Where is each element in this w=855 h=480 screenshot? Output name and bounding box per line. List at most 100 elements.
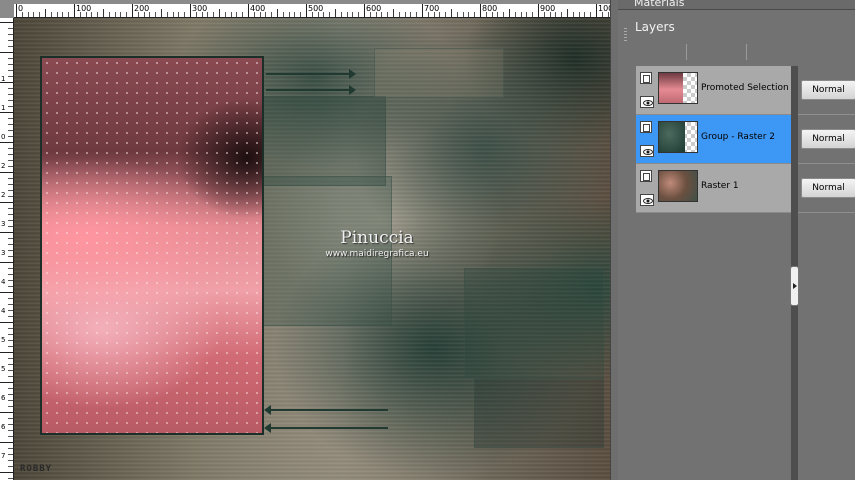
layer-row-raster-1[interactable]: Raster 1: [636, 164, 791, 213]
ruler-minor-tick: [509, 9, 510, 17]
arrow-right-icon: [266, 69, 356, 79]
image-workspace: 01002003004005006007008009001000 1102233…: [0, 0, 618, 480]
layers-header: Layers: [618, 12, 855, 44]
ruler-tick: [0, 322, 13, 323]
layer-row-group-raster-2[interactable]: Group - Raster 2: [636, 115, 791, 164]
ruler-label: 600: [366, 4, 382, 13]
ruler-label: 2: [1, 162, 6, 170]
watermark: Pinuccia www.maidiregrafica.eu: [302, 228, 452, 259]
ruler-tick: [0, 382, 13, 383]
ruler-major-tick: [190, 4, 191, 17]
watermark-name: Pinuccia: [340, 228, 414, 248]
row-separator: [795, 114, 855, 115]
ruler-label: 100: [76, 4, 92, 13]
collapse-handle-icon[interactable]: [790, 266, 799, 306]
canvas-block: [474, 378, 604, 448]
horizontal-ruler: 01002003004005006007008009001000: [14, 4, 612, 18]
ruler-label: 400: [250, 4, 266, 13]
ruler-label: 500: [308, 4, 324, 13]
ruler-tick: [0, 232, 13, 233]
ruler-label: 5: [1, 336, 6, 344]
ruler-tick: [0, 142, 13, 143]
ruler-tick: [0, 202, 13, 203]
layer-group-toggle-icon[interactable]: [640, 72, 652, 84]
arrow-right-icon: [266, 85, 356, 95]
ruler-label: 4: [1, 307, 6, 315]
ruler-label: 1: [1, 104, 6, 112]
ruler-label: 800: [482, 4, 498, 13]
dot-pattern: [42, 58, 262, 433]
materials-tab-label: Materials: [634, 0, 685, 9]
layer-group-toggle-icon[interactable]: [640, 121, 652, 133]
layer-thumbnail: [658, 72, 698, 104]
materials-panel-tab[interactable]: Materials: [618, 0, 855, 10]
ruler-major-tick: [16, 4, 17, 17]
layers-title: Layers: [635, 20, 675, 34]
visibility-eye-icon[interactable]: [640, 145, 654, 157]
thumbnail-image: [659, 73, 683, 103]
ruler-minor-tick: [161, 9, 162, 17]
ruler-label: 0: [1, 133, 6, 141]
ruler-major-tick: [306, 4, 307, 17]
blend-mode-button[interactable]: Normal: [801, 80, 855, 100]
ruler-label: 6: [1, 394, 6, 402]
ruler-minor-tick: [451, 9, 452, 17]
ruler-minor-tick: [103, 9, 104, 17]
watermark-url: www.maidiregrafica.eu: [325, 249, 429, 259]
ruler-tick: [0, 112, 13, 113]
layer-row-promoted-selection[interactable]: Promoted Selection: [636, 66, 791, 115]
canvas-block: [374, 48, 504, 98]
image-canvas[interactable]: Pinuccia www.maidiregrafica.eu ROBBY: [14, 18, 610, 480]
ruler-tick: [0, 472, 13, 473]
layers-toolbar: [636, 42, 854, 62]
ruler-tick: [0, 442, 13, 443]
ruler-tick: [0, 22, 13, 23]
ruler-tick: [0, 292, 13, 293]
layer-name: Promoted Selection: [701, 83, 789, 93]
layers-palette: Materials Layers Promoted Selection Grou…: [618, 0, 855, 480]
ruler-major-tick: [596, 4, 597, 17]
visibility-eye-icon[interactable]: [640, 96, 654, 108]
toolbar-separator: [746, 44, 747, 60]
ruler-label: 900: [540, 4, 556, 13]
canvas-block: [262, 96, 386, 186]
layer-name: Group - Raster 2: [701, 132, 775, 142]
ruler-tick: [0, 82, 13, 83]
ruler-tick: [0, 352, 13, 353]
layer-group-toggle-icon[interactable]: [640, 170, 652, 182]
toolbar-separator: [686, 44, 687, 60]
blend-mode-column: Normal Normal Normal: [791, 66, 855, 480]
ruler-label: 5: [1, 365, 6, 373]
ruler-label: 700: [424, 4, 440, 13]
panel-divider[interactable]: [610, 0, 618, 480]
ruler-tick: [0, 412, 13, 413]
layer-thumbnail: [658, 170, 698, 202]
ruler-label: 200: [134, 4, 150, 13]
ruler-major-tick: [422, 4, 423, 17]
blend-mode-button[interactable]: Normal: [801, 178, 855, 198]
arrow-left-icon: [264, 405, 388, 415]
ruler-minor-tick: [393, 9, 394, 17]
ruler-tick: [0, 262, 13, 263]
ruler-major-tick: [132, 4, 133, 17]
ruler-minor-tick: [335, 9, 336, 17]
layer-name: Raster 1: [701, 181, 739, 191]
row-separator: [795, 212, 855, 213]
ruler-minor-tick: [277, 9, 278, 17]
ruler-tick: [0, 172, 13, 173]
grip-icon[interactable]: [624, 28, 627, 42]
ruler-major-tick: [248, 4, 249, 17]
visibility-eye-icon[interactable]: [640, 194, 654, 206]
thumbnail-image: [659, 122, 685, 152]
blend-mode-button[interactable]: Normal: [801, 129, 855, 149]
ruler-label: 3: [1, 249, 6, 257]
layer-thumbnail: [658, 121, 698, 153]
ruler-minor-tick: [219, 9, 220, 17]
artist-signature: ROBBY: [20, 464, 53, 474]
ruler-major-tick: [364, 4, 365, 17]
vertical-ruler: 110223344556677: [0, 18, 14, 480]
canvas-block: [464, 268, 604, 378]
ruler-minor-tick: [567, 9, 568, 17]
ruler-label: 300: [192, 4, 208, 13]
ruler-label: 3: [1, 220, 6, 228]
